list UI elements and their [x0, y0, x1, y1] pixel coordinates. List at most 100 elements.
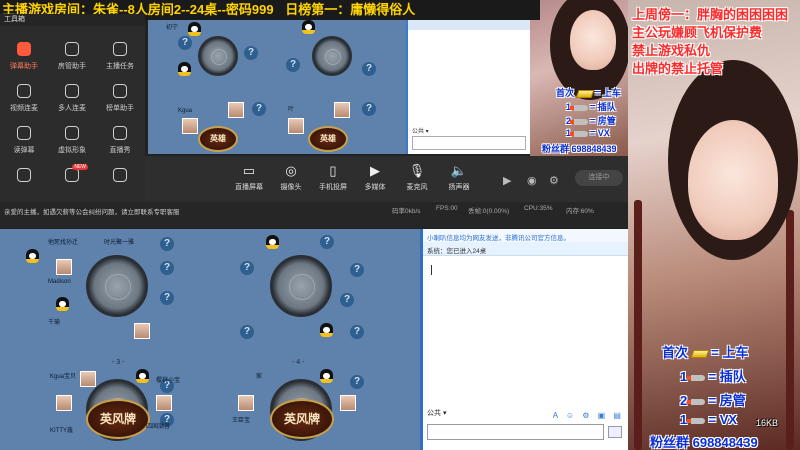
fire-icon [113, 168, 127, 182]
chat-channel-bar[interactable]: 公共 ▾ [412, 126, 526, 135]
chat-tool-icons[interactable]: A ☺ ⚙ ▣ ▤ [553, 409, 624, 423]
empty-seat-icon[interactable]: ? [286, 58, 300, 72]
fps-stat: FPS:00 [436, 205, 458, 212]
player-avatar[interactable] [182, 118, 198, 134]
player-avatar[interactable] [334, 102, 350, 118]
tool-avatar[interactable]: 虚拟形象 [48, 120, 96, 162]
control-screen[interactable]: ▭ 直播屏幕 [229, 162, 269, 192]
tool-read-comment[interactable]: 读弹幕 [0, 120, 48, 162]
tool-gift[interactable]: NEW [48, 162, 96, 204]
game-emblem: 英风牌 [270, 399, 334, 439]
player-avatar[interactable] [80, 371, 96, 387]
tool-task[interactable]: 主播任务 [96, 36, 144, 78]
tool-fire[interactable] [96, 162, 144, 204]
control-media[interactable]: ▶ 多媒体 [355, 162, 395, 192]
tool-label: 视频连麦 [10, 105, 38, 112]
empty-seat-icon[interactable]: ? [160, 237, 174, 251]
chat-input[interactable] [427, 424, 604, 440]
control-label: 摄像头 [280, 184, 302, 191]
game-table[interactable] [198, 36, 238, 76]
penguin-avatar-icon [178, 62, 191, 76]
fans-group-big: 粉丝群 698848439 [650, 435, 758, 450]
game-window-bottom[interactable]: 英风牌 英风牌 ? ? ? ? ? ? ? ? ? ? ? ? - 3 - - … [0, 229, 420, 450]
media-icon: ▶ [370, 163, 380, 178]
tool-ranking[interactable]: 榜单助手 [96, 78, 144, 120]
tool-label: 虚拟形象 [58, 147, 86, 154]
speaker-icon: 🔈 [450, 163, 468, 178]
player-avatar[interactable] [134, 323, 150, 339]
empty-seat-icon[interactable]: ? [160, 261, 174, 275]
empty-seat-icon[interactable]: ? [350, 325, 364, 339]
tool-bullet-comment[interactable]: 弹幕助手 [0, 36, 48, 78]
small-rule-2: 1 = 插队 [566, 102, 616, 112]
empty-seat-icon[interactable]: ? [252, 102, 266, 116]
empty-seat-icon[interactable]: ? [340, 293, 354, 307]
player-name: 樱桃小宝 [156, 378, 181, 384]
video-link-icon [17, 84, 31, 98]
misc-icon [17, 168, 31, 182]
tool-multi-link[interactable]: 多人连麦 [48, 78, 96, 120]
game-table[interactable] [312, 36, 352, 76]
empty-seat-icon[interactable]: ? [240, 325, 254, 339]
empty-seat-icon[interactable]: ? [350, 375, 364, 389]
control-phone-cast[interactable]: ▯ 手机投屏 [313, 162, 353, 192]
empty-seat-icon[interactable]: ? [362, 102, 376, 116]
send-button[interactable] [608, 426, 622, 438]
player-avatar[interactable] [56, 395, 72, 411]
streamer-camera: 上周傍一：胖胸的困困困困 主公玩嫌顾飞机保护费 禁止游戏私仇 出牌的禁止托管 首… [628, 0, 800, 450]
game-table[interactable] [270, 255, 332, 317]
small-rule-4: 1 = VX [566, 128, 610, 138]
control-label: 手机投屏 [319, 184, 347, 191]
control-camera[interactable]: ◎ 摄像头 [271, 162, 311, 192]
player-avatar[interactable] [56, 259, 72, 275]
rocket-icon [569, 104, 588, 111]
version-label: 16KB [756, 418, 779, 428]
tool-show[interactable]: 直播秀 [96, 120, 144, 162]
player-avatar[interactable] [340, 395, 356, 411]
empty-seat-icon[interactable]: ? [350, 263, 364, 277]
tool-room-manager[interactable]: 房管助手 [48, 36, 96, 78]
chat-panel-top[interactable]: 公共 ▾ [406, 18, 530, 154]
tool-label: 多人连麦 [58, 105, 86, 112]
penguin-avatar-icon [302, 20, 315, 34]
record-icon[interactable]: ◉ [527, 174, 537, 187]
player-avatar[interactable] [228, 102, 244, 118]
tool-video-link[interactable]: 视频连麦 [0, 78, 48, 120]
control-bar: ▭ 直播屏幕 ◎ 摄像头 ▯ 手机投屏 ▶ 多媒体 🎙 麦克风 🔈 扬声器 ▶ ◉ ⚙ 连接中 [145, 156, 628, 202]
bullet-comment-icon [17, 42, 31, 56]
empty-seat-icon[interactable]: ? [240, 261, 254, 275]
penguin-avatar-icon [266, 235, 279, 249]
player-avatar[interactable] [156, 395, 172, 411]
channel-select[interactable]: 公共 [427, 410, 441, 417]
game-table[interactable] [86, 255, 148, 317]
chat-input[interactable] [412, 136, 526, 150]
play-icon[interactable]: ▶ [503, 174, 511, 187]
go-live-button[interactable]: 连接中 [575, 170, 623, 186]
empty-seat-icon[interactable]: ? [320, 235, 334, 249]
tool-misc[interactable] [0, 162, 48, 204]
player-avatar[interactable] [238, 395, 254, 411]
memory-stat: 内存:60% [566, 208, 594, 215]
empty-seat-icon[interactable]: ? [244, 46, 258, 60]
tool-label: 直播秀 [109, 147, 131, 154]
empty-seat-icon[interactable]: ? [362, 62, 376, 76]
player-avatar[interactable] [288, 118, 304, 134]
chat-system-message: 系统：您已进入24桌 [423, 242, 628, 256]
settings-icon[interactable]: ⚙ [549, 174, 559, 187]
microphone-icon: 🎙 [408, 163, 426, 178]
game-window-top[interactable]: ? ? ? ? ? ? 初宁 Kgua 叶 宝 英雄 英雄 [148, 18, 408, 154]
camera-icon: ◎ [285, 163, 297, 178]
overlay-line-3: 禁止游戏私仇 [632, 43, 711, 58]
control-speaker[interactable]: 🔈 扬声器 [439, 162, 479, 192]
chat-panel-bottom[interactable]: 小喇叭信息均为网友发送，非腾讯公司官方信息。 系统：您已进入24桌 公共 ▾ A… [420, 229, 628, 450]
empty-seat-icon[interactable]: ? [178, 36, 192, 50]
empty-seat-icon[interactable]: ? [160, 291, 174, 305]
chat-channel-bar[interactable]: 公共 ▾ A ☺ ⚙ ▣ ▤ [427, 407, 624, 421]
chair-frame [634, 200, 642, 450]
streamer-camera-small: 首次 = 上车 1 = 插队 2 = 房管 1 = VX 粉丝群 6988484… [530, 0, 628, 156]
control-microphone[interactable]: 🎙 麦克风 [397, 162, 437, 192]
tool-panel: 工具箱 弹幕助手 房管助手 主播任务 视频连麦 多人连麦 榜单助手 读弹幕 虚拟形象 直播秀 NE… [0, 14, 145, 210]
gold-bar-icon [690, 349, 710, 358]
player-name: Kgua [178, 108, 193, 114]
control-label: 直播屏幕 [235, 184, 263, 191]
